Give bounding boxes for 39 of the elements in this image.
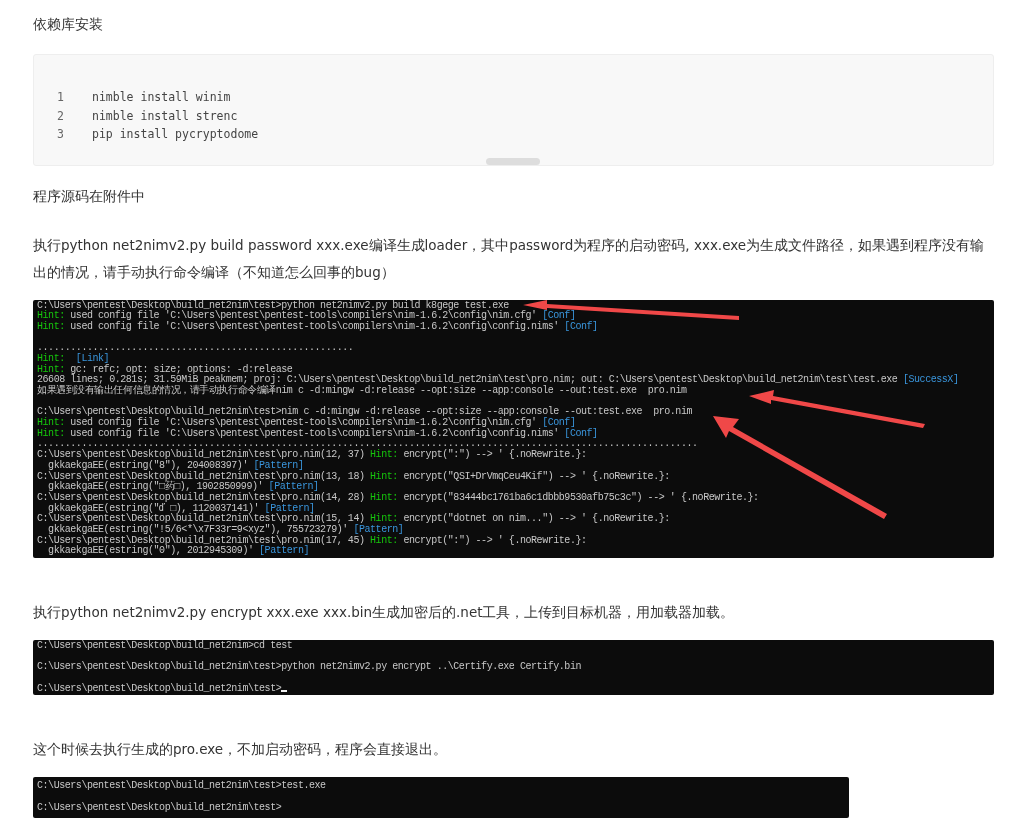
terminal-line: C:\Users\pentest\Desktop\build_net2nim>cd test [37, 640, 293, 651]
terminal-line: ......................................................... [37, 342, 354, 354]
terminal-line: C:\Users\pentest\Desktop\build_net2nim\test> [37, 682, 282, 694]
terminal-line: Hint: used config file 'C:\Users\pentest\pentest-tools\compilers\nim-1.6.2\config\config.nims' [Conf] [37, 427, 598, 439]
terminal-line: gkkaekgaEE(estring("0"), 2012945309)' [Pattern] [48, 545, 309, 557]
code-line: pip install pycryptodome [92, 126, 259, 143]
terminal-line: C:\Users\pentest\Desktop\build_net2nim\test\pro.nim(17, 45) Hint: encrypt(":") --> ' {.noRewrite.}: [37, 534, 587, 546]
terminal-line: C:\Users\pentest\Desktop\build_net2nim\test>nim c -d:mingw -d:release --opt:size --app:console --out:test.exe pro.nim [37, 406, 692, 418]
terminal-line: C:\Users\pentest\Desktop\build_net2nim\test\pro.nim(12, 37) Hint: encrypt(":") --> ' {.noRewrite.}: [37, 449, 587, 461]
paragraph: 程序源码在附件中 [33, 186, 146, 206]
paragraph: 这个时候去执行生成的pro.exe，不加启动密码，程序会直接退出。 [33, 740, 449, 760]
code-line: nimble install winim [92, 89, 231, 106]
terminal-line: C:\Users\pentest\Desktop\build_net2nim\test>python net2nimv2.py encrypt ..\Certify.exe Certify.bin [37, 661, 581, 673]
terminal-line: Hint: used config file 'C:\Users\pentest\pentest-tools\compilers\nim-1.6.2\config\nim.cfg' [Conf] [37, 417, 576, 429]
terminal-line: C:\Users\pentest\Desktop\build_net2nim\test>python net2nimv2.py build k8gege test.exe [37, 299, 509, 311]
terminal-line: C:\Users\pentest\Desktop\build_net2nim\test\pro.nim(15, 14) Hint: encrypt("dotnet on nim...") --> ' {.noRewrite.}: [37, 513, 670, 525]
line-number: 1 [56, 89, 64, 106]
paragraph: 依赖库安装 [33, 15, 104, 34]
terminal-line: gkkaekgaEE(estring("8"), 204008397)' [Pattern] [48, 459, 304, 471]
terminal-line: C:\Users\pentest\Desktop\build_net2nim\test\pro.nim(14, 28) Hint: encrypt("83444bc1761ba6c1dbbb9530afb75c3c") --> ' {.noRewrite.}: [37, 491, 759, 503]
terminal-line: C:\Users\pentest\Desktop\build_net2nim\test>test.exe [37, 780, 326, 792]
terminal-line: ....................................................................................................................... [37, 438, 698, 450]
terminal-line: Hint: used config file 'C:\Users\pentest\pentest-tools\compilers\nim-1.6.2\config\config.nims' [Conf] [37, 320, 598, 332]
scrollbar-thumb[interactable] [486, 157, 540, 165]
paragraph: 执行python net2nimv2.py encrypt xxx.exe xxx.bin生成加密后的.net工具，上传到目标机器，用加载器加载。 [33, 603, 736, 622]
terminal-line: C:\Users\pentest\Desktop\build_net2nim\test> [37, 801, 282, 813]
line-number: 3 [56, 126, 64, 143]
terminal-line: C:\Users\pentest\Desktop\build_net2nim\test\pro.nim(13, 18) Hint: encrypt("QSI+DrVmqCeu4Kif") --> ' {.noRewrite.}: [37, 470, 670, 482]
terminal-line: gkkaekgaEE(estring("ď □), 1120037141)' [Pattern] [48, 502, 315, 514]
paragraph: 执行python net2nimv2.py build password xxx.exe编译生成loader，其中password为程序的启动密码, xxx.exe为生成文件路径，如果遇到程序没有输出的情况，请手动执行命令编译（不知道怎么回事的bug） [33, 235, 986, 282]
terminal-line: 如果遇到没有输出任何信息的情况，请手动执行命令编译nim c -d:mingw -d:release --opt:size --app:console --out:test.exe pro.nim [37, 385, 687, 396]
terminal-line: gkkaekgaEE(estring("□药□), 1902850999)' [Pattern] [48, 481, 319, 493]
terminal-line: 26608 lines; 0.281s; 31.59MiB peakmem; proj: C:\Users\pentest\Desktop\build_net2nim\test\pro.nim; out: C:\Users\pentest\Desktop\build_net2nim\test\test.exe [SuccessX] [37, 374, 959, 386]
terminal-line: gkkaekgaEE(estring("!5/6<*\x7F33r=9<xyz"), 755723279)' [Pattern] [48, 523, 404, 535]
line-number: 2 [56, 107, 64, 125]
code-line: nimble install strenc [92, 107, 238, 125]
terminal-line: Hint: used config file 'C:\Users\pentest\pentest-tools\compilers\nim-1.6.2\config\nim.cfg' [Conf] [37, 310, 576, 322]
terminal-line: Hint: [Link] [37, 352, 110, 364]
terminal-line: Hint: gc: refc; opt: size; options: -d:release [37, 363, 293, 375]
